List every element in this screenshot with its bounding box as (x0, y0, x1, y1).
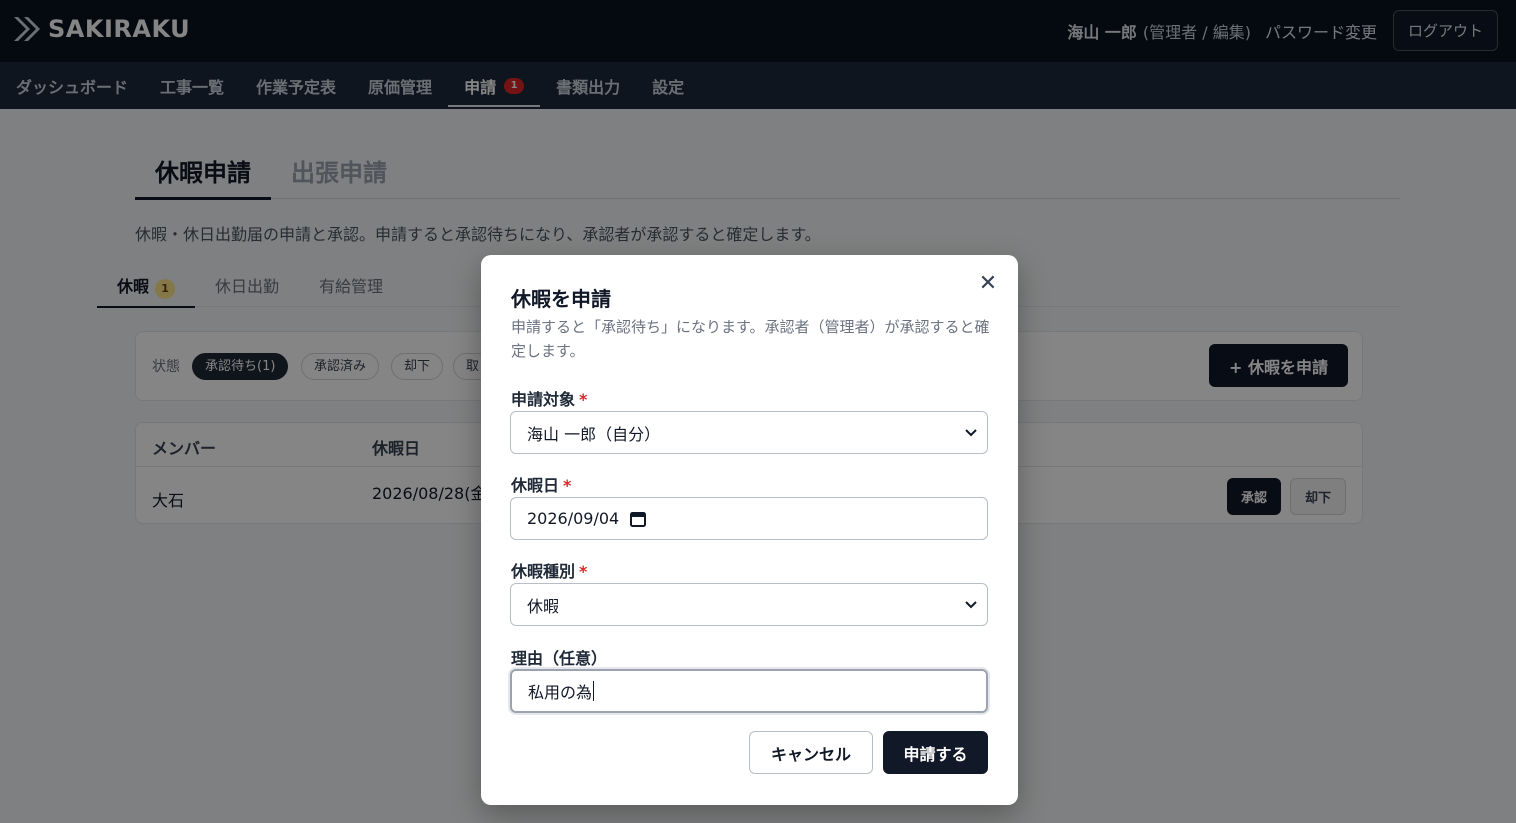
target-select[interactable]: 海山 一郎（自分） (510, 411, 988, 454)
reason-input[interactable]: 私用の為 (510, 669, 988, 713)
text-caret (593, 681, 595, 701)
leave-type-select[interactable]: 休暇 (510, 583, 988, 626)
required-mark: * (579, 390, 588, 409)
leave-request-modal: ✕ 休暇を申請 申請すると「承認待ち」になります。承認者（管理者）が承認すると確… (481, 255, 1018, 805)
required-mark: * (579, 562, 588, 581)
modal-description: 申請すると「承認待ち」になります。承認者（管理者）が承認すると確定します。 (511, 318, 990, 360)
date-label-text: 休暇日 (511, 476, 560, 495)
calendar-icon[interactable] (629, 510, 647, 528)
leave-type-value: 休暇 (527, 596, 560, 616)
submit-button[interactable]: 申請する (883, 731, 988, 774)
target-label-text: 申請対象 (511, 390, 576, 409)
cancel-button[interactable]: キャンセル (749, 731, 873, 774)
leave-date-input[interactable]: 2026/09/04 (510, 497, 988, 540)
required-mark: * (563, 476, 572, 495)
date-label: 休暇日 * (511, 472, 571, 496)
chevron-down-icon (965, 429, 977, 437)
reason-value: 私用の為 (528, 683, 593, 702)
type-label: 休暇種別 * (511, 558, 587, 582)
reason-label: 理由（任意） (511, 649, 608, 668)
close-icon[interactable]: ✕ (976, 273, 1000, 297)
type-label-text: 休暇種別 (511, 562, 576, 581)
target-label: 申請対象 * (511, 386, 587, 410)
leave-date-value: 2026/09/04 (527, 509, 620, 528)
modal-title: 休暇を申請 (511, 287, 611, 311)
target-select-value: 海山 一郎（自分） (527, 424, 661, 444)
chevron-down-icon (965, 601, 977, 609)
